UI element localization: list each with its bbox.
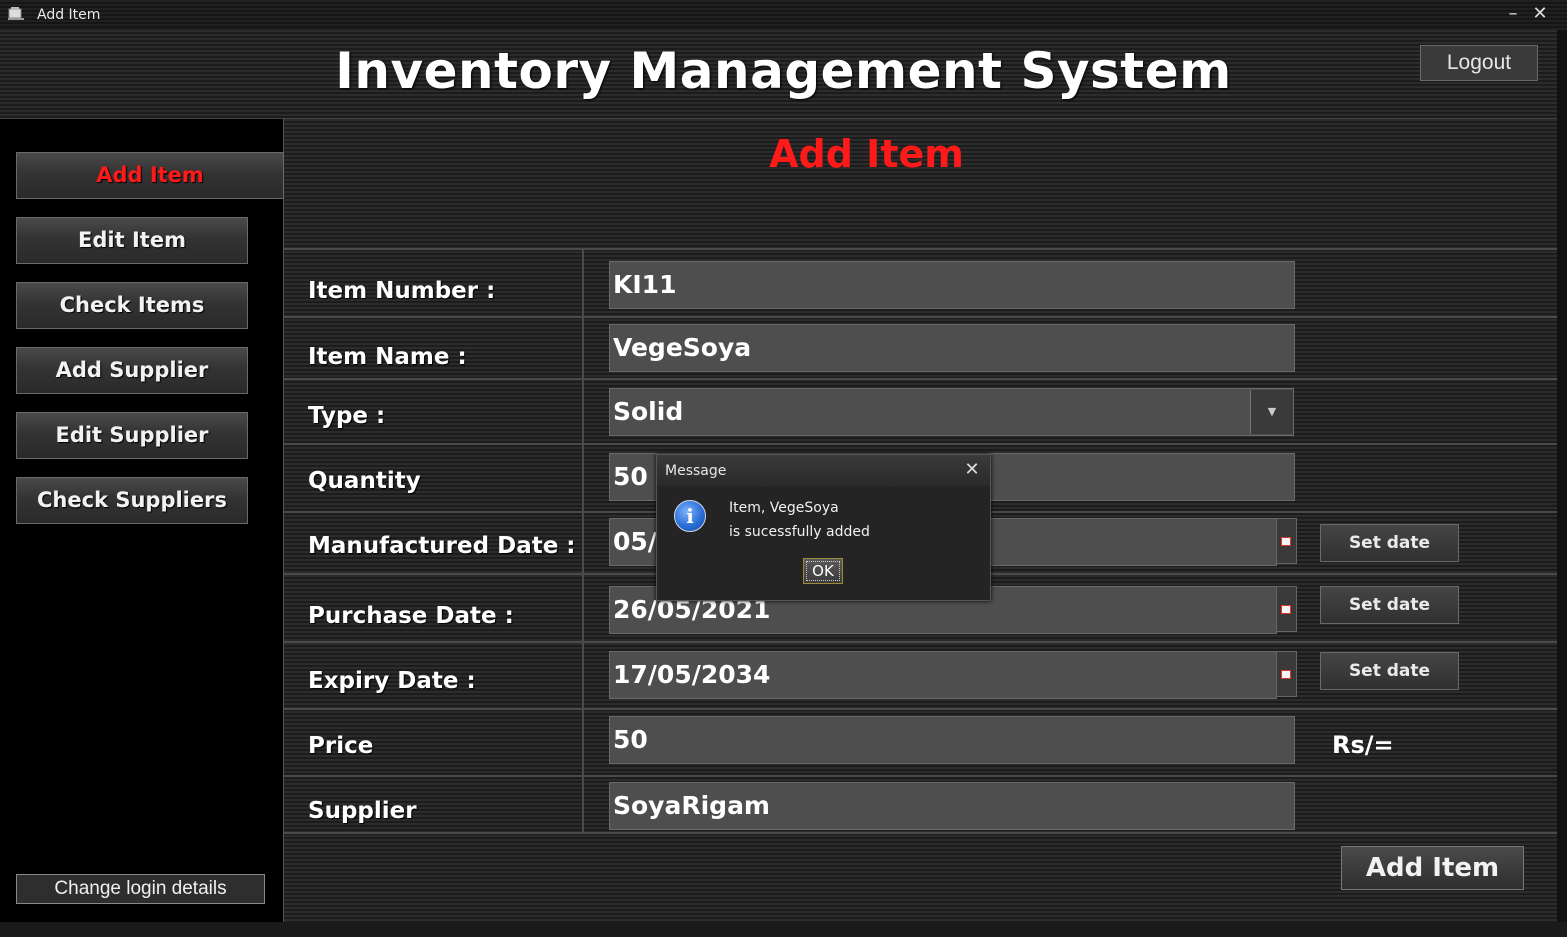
calendar-icon[interactable] <box>1276 518 1297 564</box>
row-divider <box>284 248 1557 250</box>
supplier-label: Supplier <box>308 798 417 824</box>
dialog-message-line1: Item, VegeSoya <box>729 500 839 516</box>
expiry-set-date-button[interactable]: Set date <box>1320 652 1459 690</box>
sidebar-item-add-supplier[interactable]: Add Supplier <box>16 347 248 394</box>
calendar-icon[interactable] <box>1276 586 1297 632</box>
type-select[interactable]: Solid <box>609 388 1294 436</box>
row-divider <box>284 316 1557 318</box>
calendar-icon[interactable] <box>1276 651 1297 697</box>
row-divider <box>284 378 1557 380</box>
currency-label: Rs/= <box>1332 731 1394 759</box>
row-divider <box>284 775 1557 777</box>
price-label: Price <box>308 733 374 759</box>
sidebar-item-check-items[interactable]: Check Items <box>16 282 248 329</box>
row-divider <box>284 641 1557 643</box>
sidebar-item-edit-item[interactable]: Edit Item <box>16 217 248 264</box>
quantity-label: Quantity <box>308 468 421 494</box>
price-input[interactable]: 50 <box>609 716 1295 764</box>
app-title: Inventory Management System <box>335 42 1232 100</box>
change-login-button[interactable]: Change login details <box>16 874 265 904</box>
page-title: Add Item <box>769 132 964 176</box>
manufactured-date-label: Manufactured Date : <box>308 533 576 559</box>
expiry-date-label: Expiry Date : <box>308 668 476 694</box>
ok-button[interactable]: OK <box>803 558 843 584</box>
manufactured-set-date-button[interactable]: Set date <box>1320 524 1459 562</box>
type-label: Type : <box>308 403 386 429</box>
chevron-down-icon[interactable]: ▼ <box>1250 390 1293 434</box>
row-divider <box>284 443 1557 445</box>
close-icon[interactable]: ✕ <box>1530 3 1550 25</box>
sidebar-item-edit-supplier[interactable]: Edit Supplier <box>16 412 248 459</box>
window-title: Add Item <box>37 7 101 23</box>
row-divider <box>284 832 1557 834</box>
minimize-icon[interactable]: – <box>1504 3 1522 25</box>
expiry-date-input[interactable]: 17/05/2034 <box>609 651 1277 699</box>
sidebar-item-check-suppliers[interactable]: Check Suppliers <box>16 477 248 524</box>
item-number-input[interactable]: KI11 <box>609 261 1295 309</box>
logout-button[interactable]: Logout <box>1420 45 1538 81</box>
window-titlebar: Add Item – ✕ <box>0 0 1567 30</box>
purchase-date-label: Purchase Date : <box>308 603 514 629</box>
dialog-title: Message <box>665 463 727 479</box>
add-item-submit-button[interactable]: Add Item <box>1341 846 1524 890</box>
dialog-message-line2: is sucessfully added <box>729 524 870 540</box>
purchase-set-date-button[interactable]: Set date <box>1320 586 1459 624</box>
window-edge <box>1557 30 1567 922</box>
app-icon <box>8 7 24 20</box>
row-divider <box>284 708 1557 710</box>
supplier-input[interactable]: SoyaRigam <box>609 782 1295 830</box>
column-divider <box>582 249 584 833</box>
bottom-strip <box>0 922 1567 937</box>
item-name-label: Item Name : <box>308 344 467 370</box>
info-icon: i <box>674 500 706 532</box>
item-number-label: Item Number : <box>308 278 496 304</box>
message-dialog: Message ✕ i Item, VegeSoya is sucessfull… <box>656 454 991 601</box>
close-icon[interactable]: ✕ <box>961 459 983 481</box>
item-name-input[interactable]: VegeSoya <box>609 324 1295 372</box>
dialog-titlebar: Message ✕ <box>657 455 990 486</box>
